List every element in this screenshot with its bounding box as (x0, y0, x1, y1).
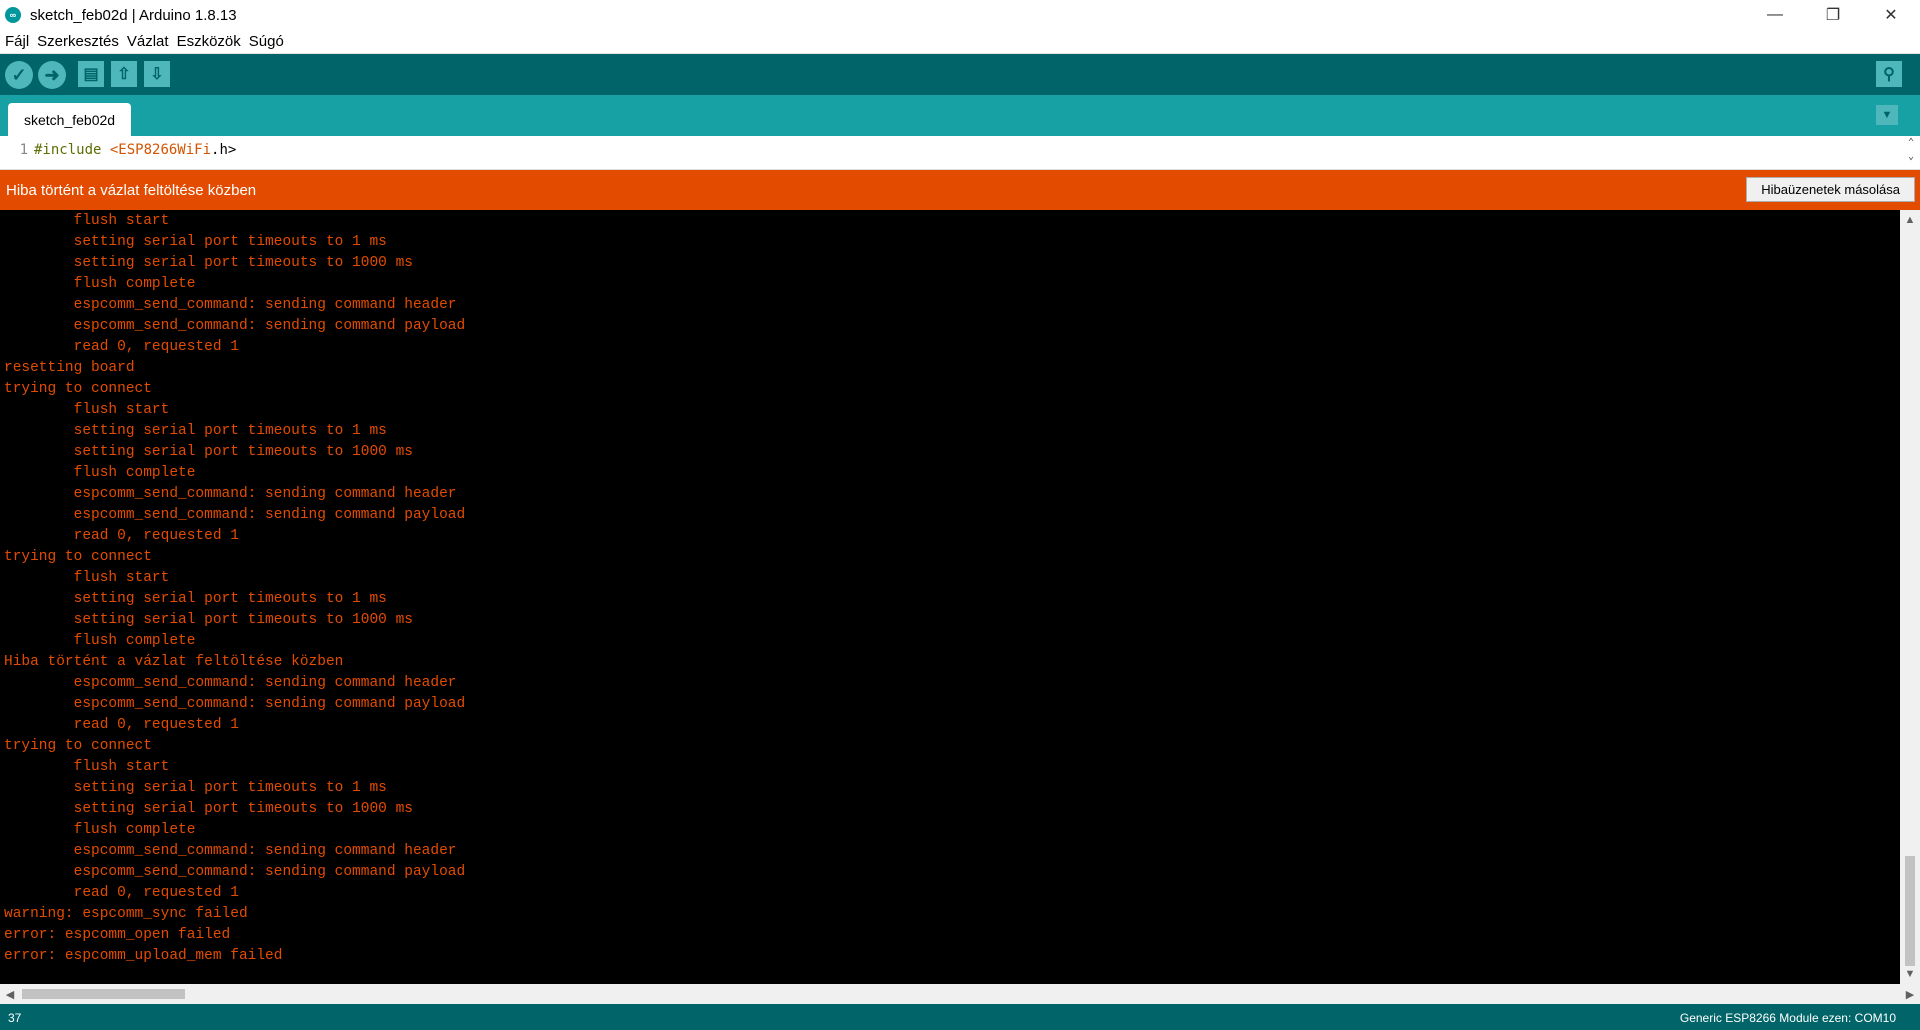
tab-sketch[interactable]: sketch_feb02d (8, 103, 132, 136)
console-line: read 0, requested 1 (4, 339, 239, 355)
scroll-down-icon[interactable]: ▼ (1900, 964, 1920, 984)
console-line: setting serial port timeouts to 1 ms (4, 780, 387, 796)
console-line: setting serial port timeouts to 1000 ms (4, 801, 413, 817)
console-line: setting serial port timeouts to 1000 ms (4, 444, 413, 460)
console-line: trying to connect (4, 381, 152, 397)
console-horizontal-scrollbar[interactable]: ◀ ▶ (0, 984, 1920, 1004)
console-output[interactable]: flush start setting serial port timeouts… (0, 210, 1900, 984)
console-line: espcomm_send_command: sending command pa… (4, 507, 466, 523)
code-keyword: #include (34, 142, 110, 158)
console-line: read 0, requested 1 (4, 885, 239, 901)
scroll-up-icon[interactable]: ▲ (1900, 210, 1920, 230)
console-line: setting serial port timeouts to 1 ms (4, 423, 387, 439)
arduino-icon: ∞ (5, 7, 21, 23)
code-lib-name: ESP8266WiFi (118, 142, 212, 158)
console-line: flush start (4, 759, 170, 775)
close-icon[interactable]: ✕ (1862, 0, 1920, 30)
new-icon[interactable]: ▤ (78, 61, 104, 87)
menu-edit[interactable]: Szerkesztés (37, 33, 119, 50)
console-line: Hiba történt a vázlat feltöltése közben (4, 654, 344, 670)
console-line: warning: espcomm_sync failed (4, 906, 248, 922)
verify-icon[interactable]: ✓ (5, 61, 33, 89)
copy-error-messages-button[interactable]: Hibaüzenetek másolása (1746, 177, 1915, 202)
title-bar: ∞ sketch_feb02d | Arduino 1.8.13 — ❐ ✕ (0, 0, 1920, 30)
code-lib-close: .h> (211, 142, 237, 158)
console-line: flush start (4, 213, 170, 229)
error-message: Hiba történt a vázlat feltöltése közben (6, 181, 257, 199)
code-editor[interactable]: 1 #include <ESP8266WiFi.h> ⌃ ⌄ (0, 136, 1920, 170)
console-line: espcomm_send_command: sending command pa… (4, 864, 466, 880)
restore-icon[interactable]: ❐ (1804, 0, 1862, 30)
console-line: read 0, requested 1 (4, 717, 239, 733)
scroll-thumb[interactable] (1905, 856, 1915, 966)
menu-help[interactable]: Súgó (249, 33, 284, 50)
console-line: setting serial port timeouts to 1 ms (4, 234, 387, 250)
console-line: error: espcomm_open failed (4, 927, 231, 943)
console-vertical-scrollbar[interactable]: ▲ ▼ (1900, 210, 1920, 984)
menu-bar: Fájl Szerkesztés Vázlat Eszközök Súgó (0, 30, 1920, 54)
console-line: trying to connect (4, 549, 152, 565)
serial-monitor-icon[interactable]: ⚲ (1876, 61, 1902, 87)
menu-sketch[interactable]: Vázlat (127, 33, 169, 50)
board-port-indicator: Generic ESP8266 Module ezen: COM10 (1679, 1011, 1896, 1025)
menu-tools[interactable]: Eszközök (177, 33, 241, 50)
console-line: espcomm_send_command: sending command he… (4, 297, 457, 313)
console-line: flush complete (4, 633, 196, 649)
open-icon[interactable]: ⇧ (111, 61, 137, 87)
console-line: espcomm_send_command: sending command pa… (4, 696, 466, 712)
console-line: resetting board (4, 360, 135, 376)
console-line: flush start (4, 402, 170, 418)
console-line: error: espcomm_upload_mem failed (4, 948, 283, 964)
console-line: espcomm_send_command: sending command he… (4, 843, 457, 859)
status-bar: 37 Generic ESP8266 Module ezen: COM10 (0, 1004, 1920, 1030)
console-line: setting serial port timeouts to 1 ms (4, 591, 387, 607)
console-line: espcomm_send_command: sending command he… (4, 486, 457, 502)
window-title: sketch_feb02d | Arduino 1.8.13 (30, 6, 237, 24)
upload-icon[interactable]: ➜ (38, 61, 66, 89)
console-line: trying to connect (4, 738, 152, 754)
console-line: flush complete (4, 276, 196, 292)
scroll-left-icon[interactable]: ◀ (0, 984, 20, 1004)
console-line: flush complete (4, 465, 196, 481)
line-number: 1 (19, 142, 28, 158)
console-line: read 0, requested 1 (4, 528, 239, 544)
scroll-right-icon[interactable]: ▶ (1900, 984, 1920, 1004)
error-bar: Hiba történt a vázlat feltöltése közben … (0, 170, 1920, 210)
code-line[interactable]: #include <ESP8266WiFi.h> (34, 142, 236, 158)
scroll-thumb-horizontal[interactable] (22, 989, 185, 999)
console-line: espcomm_send_command: sending command pa… (4, 318, 466, 334)
tab-menu-chevron-down-icon[interactable]: ▼ (1876, 105, 1898, 125)
console-line: flush complete (4, 822, 196, 838)
console-line: espcomm_send_command: sending command he… (4, 675, 457, 691)
menu-file[interactable]: Fájl (5, 33, 29, 50)
tab-bar: sketch_feb02d ▼ (0, 95, 1920, 136)
console-line: setting serial port timeouts to 1000 ms (4, 612, 413, 628)
editor-scrollbar[interactable]: ⌃ ⌄ (1902, 136, 1920, 170)
line-indicator: 37 (8, 1011, 22, 1025)
save-icon[interactable]: ⇩ (144, 61, 170, 87)
minimize-icon[interactable]: — (1746, 0, 1804, 30)
console-line: flush start (4, 570, 170, 586)
toolbar: ✓ ➜ ▤ ⇧ ⇩ ⚲ (0, 54, 1920, 95)
console-line: setting serial port timeouts to 1000 ms (4, 255, 413, 271)
